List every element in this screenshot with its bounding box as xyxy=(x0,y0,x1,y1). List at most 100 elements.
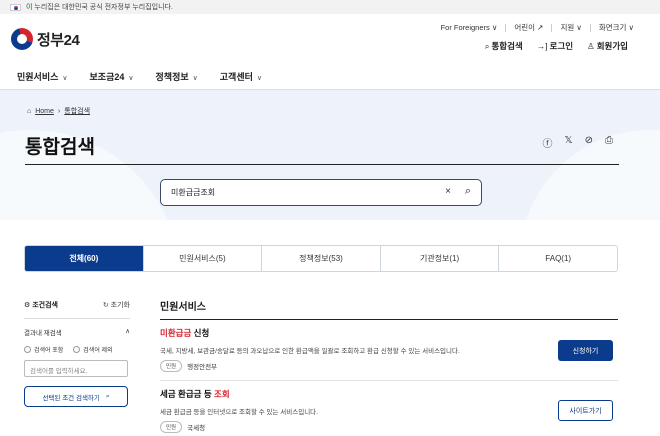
logo[interactable]: 정부24 xyxy=(11,28,80,50)
gov-banner-text: 이 누리집은 대한민국 공식 전자정부 누리집입니다. xyxy=(26,4,173,11)
filter-panel: ⚙ 조건검색 ↻ 초기화 결과내 재검색 ∧ 검색어 포함 검색어 제외 검색어… xyxy=(24,300,130,407)
agency-name: 국세청 xyxy=(187,425,206,432)
chevron-down-icon: ∨ xyxy=(256,75,263,82)
result-item: 미환급금 신청 국세, 지방세, 보관금/송달료 등의 과오납으로 인한 환급액… xyxy=(160,327,618,372)
chevron-down-icon: ∨ xyxy=(62,75,68,82)
result-title-pre: 세금 환급금 등 xyxy=(160,389,215,399)
refine-search-toggle[interactable]: 결과내 재검색 ∧ xyxy=(24,327,130,337)
apply-button[interactable]: 신청하기 xyxy=(558,340,613,361)
signup-label: 회원가입 xyxy=(596,41,628,51)
divider xyxy=(551,23,553,32)
support-menu[interactable]: 지원 ∨ xyxy=(560,22,581,33)
nav-customer-center[interactable]: 고객센터 ∨ xyxy=(220,70,262,83)
for-foreigners-menu[interactable]: For Foreigners ∨ xyxy=(441,23,498,32)
search-icon: ⌕ xyxy=(105,392,110,400)
result-title[interactable]: 세금 환급금 등 조회 xyxy=(160,388,618,400)
apply-filter-button[interactable]: 선택된 조건 검색하기 ⌕ xyxy=(24,386,128,407)
tab-policy-info[interactable]: 정책정보(53) xyxy=(262,246,381,271)
chevron-down-icon: ∨ xyxy=(192,75,198,82)
visit-site-button[interactable]: 사이트가기 xyxy=(558,400,613,421)
nav-subsidy24[interactable]: 보조금24 ∨ xyxy=(90,70,134,83)
result-desc: 국세, 지방세, 보관금/송달료 등의 과오납으로 인한 환급액을 일괄로 조회… xyxy=(160,348,460,355)
refine-input[interactable]: 검색어를 입력하세요. xyxy=(24,360,128,377)
header-actions: ⌕ 통합검색 →] 로그인 ♙ 회원가입 xyxy=(485,40,628,52)
refresh-icon: ↻ xyxy=(102,302,111,309)
header: 정부24 For Foreigners ∨ 어린이 ↗ 지원 ∨ 화면크기 ∨ … xyxy=(0,14,660,64)
user-icon: ♙ xyxy=(587,41,595,51)
x-icon[interactable]: 𝕏 xyxy=(565,135,573,150)
tab-civil-services[interactable]: 민원서비스(5) xyxy=(144,246,263,271)
breadcrumb-current[interactable]: 통합검색 xyxy=(64,106,90,116)
tab-faq[interactable]: FAQ(1) xyxy=(499,246,617,271)
sliders-icon: ⚙ xyxy=(24,302,33,309)
search-hero: ⌂ Home › 통합검색 통합검색 ⓕ 𝕏 ⊘ ⎙ 미환급금조회 × ⌕ xyxy=(0,90,660,220)
login-button[interactable]: →] 로그인 xyxy=(537,40,573,52)
apply-filter-label: 선택된 조건 검색하기 xyxy=(42,394,100,402)
signup-button[interactable]: ♙ 회원가입 xyxy=(587,40,628,52)
integrated-search-button[interactable]: ⌕ 통합검색 xyxy=(485,40,523,52)
include-label: 검색어 포함 xyxy=(34,348,64,354)
kids-link[interactable]: 어린이 ↗ xyxy=(514,22,543,33)
result-divider xyxy=(160,380,618,381)
filter-header: ⚙ 조건검색 ↻ 초기화 xyxy=(24,300,130,319)
gov-banner: 이 누리집은 대한민국 공식 전자정부 누리집입니다. xyxy=(0,0,660,14)
nav-label: 고객센터 xyxy=(219,72,253,82)
tab-agency-info[interactable]: 기관정보(1) xyxy=(381,246,500,271)
main-nav: 민원서비스 ∨ 보조금24 ∨ 정책정보 ∨ 고객센터 ∨ xyxy=(0,64,660,90)
link-icon[interactable]: ⊘ xyxy=(585,135,593,150)
home-icon: ⌂ xyxy=(27,107,32,115)
facebook-icon[interactable]: ⓕ xyxy=(543,135,553,150)
close-icon[interactable]: × xyxy=(445,186,451,197)
exclude-label: 검색어 제외 xyxy=(83,348,113,354)
exclude-radio[interactable]: 검색어 제외 xyxy=(73,345,113,354)
chevron-up-icon: ∧ xyxy=(125,328,130,335)
login-icon: →] xyxy=(536,41,548,51)
refine-options: 검색어 포함 검색어 제외 xyxy=(24,345,130,354)
result-desc: 세금 환급금 등을 인터넷으로 조회할 수 있는 서비스입니다. xyxy=(160,409,318,416)
print-icon[interactable]: ⎙ xyxy=(605,135,613,150)
result-meta: 민원 국세청 xyxy=(160,421,618,433)
korea-flag-icon xyxy=(10,3,21,11)
page-title: 통합검색 xyxy=(25,137,95,158)
nav-label: 민원서비스 xyxy=(17,72,59,82)
nav-civil-services[interactable]: 민원서비스 ∨ xyxy=(17,70,68,83)
nav-label: 보조금24 xyxy=(89,72,125,82)
chevron-down-icon: ∨ xyxy=(128,75,134,82)
title-divider xyxy=(25,164,619,165)
screen-size-menu[interactable]: 화면크기 ∨ xyxy=(599,22,634,33)
result-title-rest: 신청 xyxy=(191,328,210,338)
radio-circle xyxy=(73,346,81,353)
result-title-highlight: 미환급금 xyxy=(160,328,192,338)
section-title: 민원서비스 xyxy=(160,302,206,313)
category-chip: 민원 xyxy=(160,360,183,372)
breadcrumb: ⌂ Home › 통합검색 xyxy=(27,106,90,116)
category-chip: 민원 xyxy=(160,421,183,433)
search-value: 미환급금조회 xyxy=(171,188,216,197)
agency-name: 행정안전부 xyxy=(187,364,218,371)
result-meta: 민원 행정안전부 xyxy=(160,360,618,372)
gov-emblem-icon xyxy=(11,28,33,50)
tab-all[interactable]: 전체(60) xyxy=(25,246,144,271)
refine-label: 결과내 재검색 xyxy=(24,330,62,337)
nav-policy-info[interactable]: 정책정보 ∨ xyxy=(156,70,198,83)
breadcrumb-home[interactable]: Home xyxy=(35,108,54,115)
include-radio[interactable]: 검색어 포함 xyxy=(24,345,63,354)
section-divider xyxy=(160,319,618,320)
utility-menu: For Foreigners ∨ 어린이 ↗ 지원 ∨ 화면크기 ∨ xyxy=(441,22,634,33)
search-icon: ⌕ xyxy=(484,41,490,51)
reset-label: 초기화 xyxy=(110,302,130,309)
divider xyxy=(589,23,591,32)
logo-text: 정부24 xyxy=(37,31,80,49)
result-title[interactable]: 미환급금 신청 xyxy=(160,327,618,339)
share-tools: ⓕ 𝕏 ⊘ ⎙ xyxy=(543,135,613,150)
radio-circle xyxy=(24,346,31,353)
chevron-right-icon: › xyxy=(57,107,61,115)
reset-button[interactable]: ↻ 초기화 xyxy=(103,300,130,310)
search-input[interactable]: 미환급금조회 × ⌕ xyxy=(160,179,482,206)
search-icon[interactable]: ⌕ xyxy=(465,185,471,198)
integrated-search-label: 통합검색 xyxy=(491,41,523,51)
result-item: 세금 환급금 등 조회 세금 환급금 등을 인터넷으로 조회할 수 있는 서비스… xyxy=(160,388,618,433)
divider xyxy=(505,23,507,32)
filter-title: ⚙ 조건검색 xyxy=(24,300,58,310)
filter-title-label: 조건검색 xyxy=(32,302,58,309)
